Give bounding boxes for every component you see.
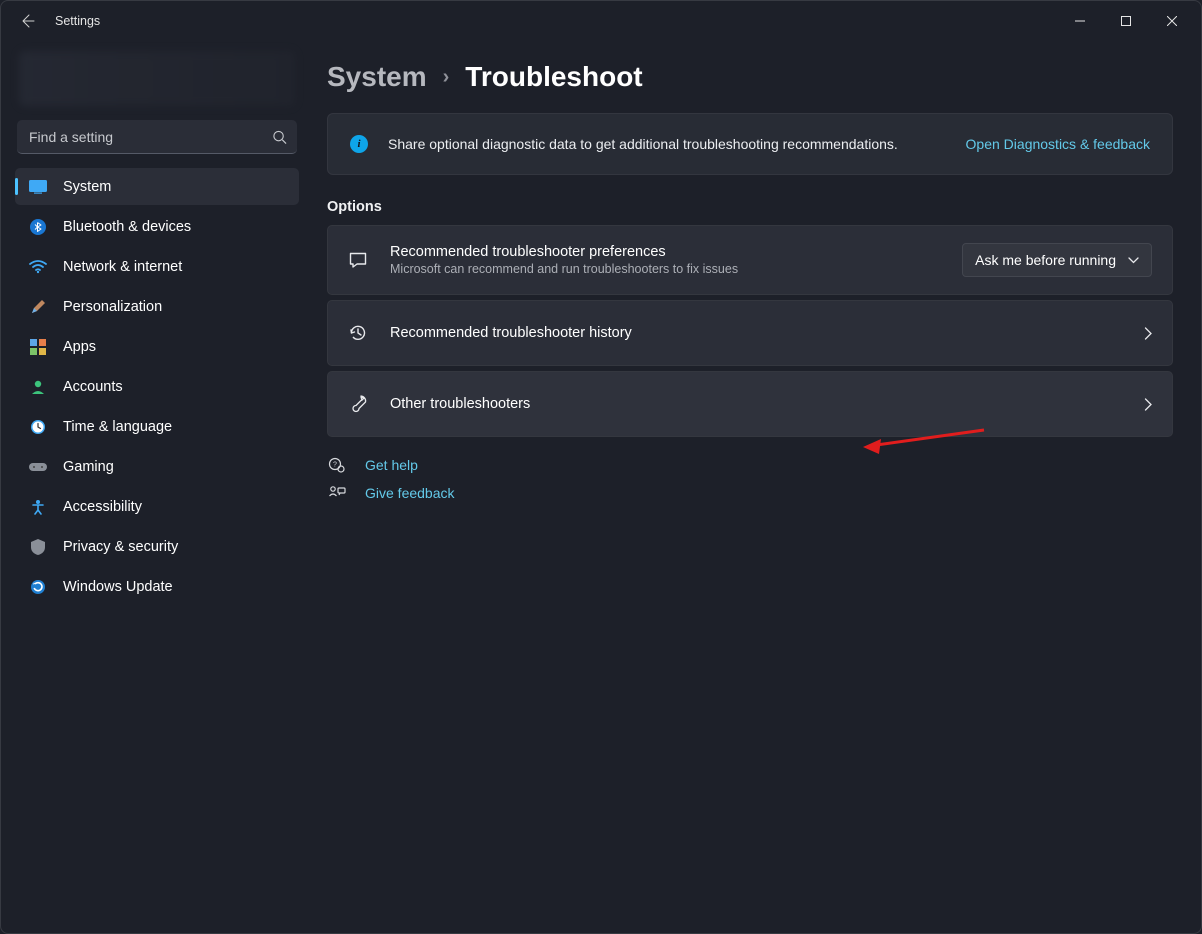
paintbrush-icon bbox=[29, 298, 47, 316]
info-banner: i Share optional diagnostic data to get … bbox=[327, 113, 1173, 175]
page-title: Troubleshoot bbox=[465, 61, 642, 93]
sidebar-item-label: Accessibility bbox=[63, 499, 142, 515]
wrench-icon bbox=[348, 394, 368, 414]
sidebar-item-label: Network & internet bbox=[63, 259, 182, 275]
sidebar-item-system[interactable]: System bbox=[15, 168, 299, 205]
sidebar-item-time[interactable]: Time & language bbox=[15, 408, 299, 445]
update-icon bbox=[29, 578, 47, 596]
sidebar-item-apps[interactable]: Apps bbox=[15, 328, 299, 365]
main-panel: System › Troubleshoot i Share optional d… bbox=[311, 41, 1201, 933]
sidebar-item-label: Personalization bbox=[63, 299, 162, 315]
gamepad-icon bbox=[29, 458, 47, 476]
give-feedback-row: Give feedback bbox=[327, 485, 1173, 501]
sidebar-item-privacy[interactable]: Privacy & security bbox=[15, 528, 299, 565]
app-title: Settings bbox=[55, 14, 100, 28]
bluetooth-icon bbox=[29, 218, 47, 236]
shield-icon bbox=[29, 538, 47, 556]
feedback-icon bbox=[327, 485, 347, 501]
info-icon: i bbox=[350, 135, 368, 153]
wifi-icon bbox=[29, 258, 47, 276]
search-input[interactable] bbox=[17, 120, 297, 154]
open-diagnostics-link[interactable]: Open Diagnostics & feedback bbox=[966, 136, 1150, 152]
accessibility-icon bbox=[29, 498, 47, 516]
card-title: Recommended troubleshooter preferences bbox=[390, 244, 940, 260]
back-button[interactable] bbox=[7, 1, 47, 41]
breadcrumb-parent[interactable]: System bbox=[327, 61, 427, 93]
card-troubleshooter-history[interactable]: Recommended troubleshooter history bbox=[327, 300, 1173, 366]
dropdown-value: Ask me before running bbox=[975, 252, 1116, 268]
sidebar-item-bluetooth[interactable]: Bluetooth & devices bbox=[15, 208, 299, 245]
clock-icon bbox=[29, 418, 47, 436]
give-feedback-link[interactable]: Give feedback bbox=[365, 485, 455, 501]
maximize-icon bbox=[1121, 16, 1131, 26]
close-button[interactable] bbox=[1149, 5, 1195, 37]
sidebar-item-label: Accounts bbox=[63, 379, 123, 395]
minimize-button[interactable] bbox=[1057, 5, 1103, 37]
help-icon: ? bbox=[327, 457, 347, 473]
sidebar-item-network[interactable]: Network & internet bbox=[15, 248, 299, 285]
sidebar-item-label: Windows Update bbox=[63, 579, 173, 595]
search-icon bbox=[272, 130, 287, 145]
chevron-right-icon: › bbox=[443, 66, 450, 89]
banner-text: Share optional diagnostic data to get ad… bbox=[388, 136, 946, 152]
sidebar-item-gaming[interactable]: Gaming bbox=[15, 448, 299, 485]
maximize-button[interactable] bbox=[1103, 5, 1149, 37]
arrow-left-icon bbox=[19, 13, 35, 29]
chat-icon bbox=[348, 250, 368, 270]
history-icon bbox=[348, 323, 368, 343]
close-icon bbox=[1167, 16, 1177, 26]
search-box[interactable] bbox=[17, 120, 297, 154]
card-title: Other troubleshooters bbox=[390, 396, 1122, 412]
person-icon bbox=[29, 378, 47, 396]
apps-icon bbox=[29, 338, 47, 356]
card-title: Recommended troubleshooter history bbox=[390, 325, 1122, 341]
sidebar: System Bluetooth & devices Network & int… bbox=[1, 41, 311, 933]
prefs-dropdown[interactable]: Ask me before running bbox=[962, 243, 1152, 277]
card-troubleshooter-prefs[interactable]: Recommended troubleshooter preferences M… bbox=[327, 225, 1173, 295]
section-title: Options bbox=[327, 199, 1173, 215]
chevron-right-icon bbox=[1144, 398, 1152, 411]
card-subtitle: Microsoft can recommend and run troubles… bbox=[390, 262, 940, 276]
chevron-right-icon bbox=[1144, 327, 1152, 340]
get-help-row: ? Get help bbox=[327, 457, 1173, 473]
chevron-down-icon bbox=[1128, 257, 1139, 264]
titlebar: Settings bbox=[1, 1, 1201, 41]
minimize-icon bbox=[1075, 16, 1085, 26]
nav-list: System Bluetooth & devices Network & int… bbox=[15, 168, 299, 605]
sidebar-item-label: Gaming bbox=[63, 459, 114, 475]
sidebar-item-label: System bbox=[63, 179, 111, 195]
sidebar-item-label: Bluetooth & devices bbox=[63, 219, 191, 235]
svg-text:?: ? bbox=[333, 462, 337, 469]
get-help-link[interactable]: Get help bbox=[365, 457, 418, 473]
sidebar-item-accessibility[interactable]: Accessibility bbox=[15, 488, 299, 525]
sidebar-item-update[interactable]: Windows Update bbox=[15, 568, 299, 605]
profile-area[interactable] bbox=[19, 51, 295, 106]
sidebar-item-label: Apps bbox=[63, 339, 96, 355]
breadcrumb: System › Troubleshoot bbox=[327, 61, 1173, 93]
display-icon bbox=[29, 178, 47, 196]
sidebar-item-label: Privacy & security bbox=[63, 539, 178, 555]
sidebar-item-accounts[interactable]: Accounts bbox=[15, 368, 299, 405]
sidebar-item-label: Time & language bbox=[63, 419, 172, 435]
card-other-troubleshooters[interactable]: Other troubleshooters bbox=[327, 371, 1173, 437]
sidebar-item-personalization[interactable]: Personalization bbox=[15, 288, 299, 325]
